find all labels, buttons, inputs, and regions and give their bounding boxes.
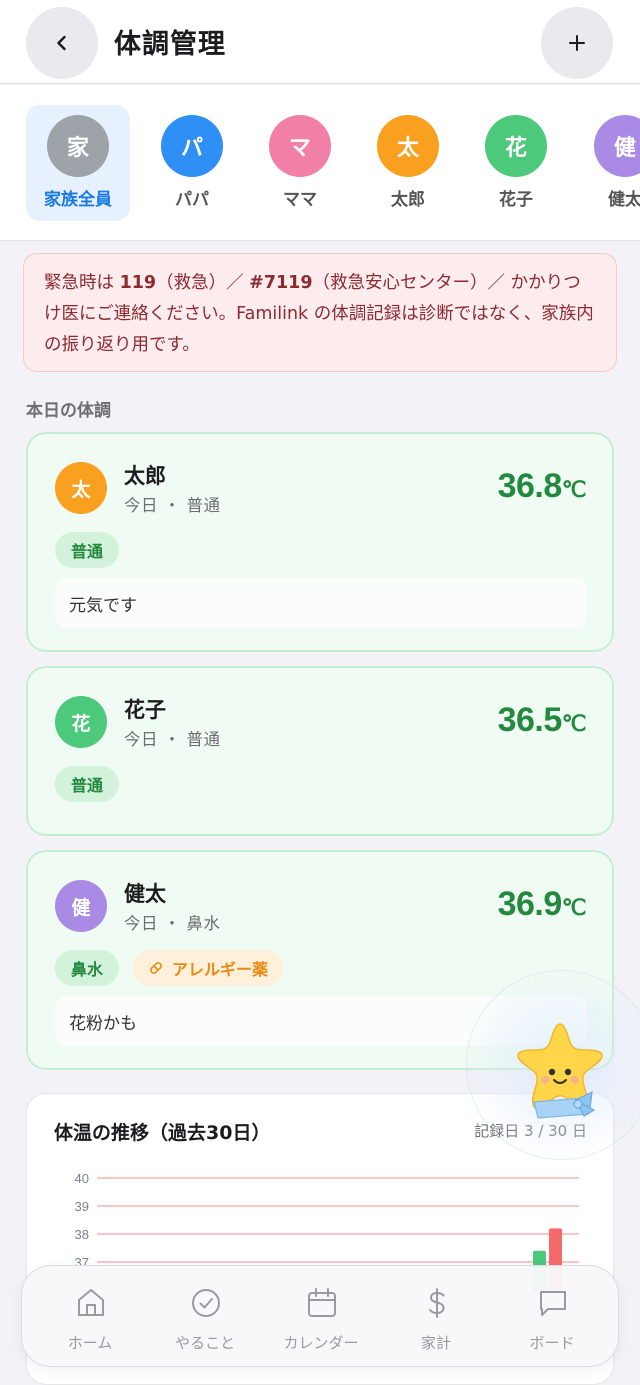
bottom-navigation: ホーム やること カレンダー 家計 ボード xyxy=(21,1265,619,1367)
back-button[interactable] xyxy=(26,7,98,79)
record-subtitle: 今日 ・ 普通 xyxy=(124,496,221,515)
health-record-card[interactable]: 花 花子 今日 ・ 普通 36.5℃ 普通 xyxy=(26,666,614,836)
temperature-number: 36.5 xyxy=(497,701,563,739)
temperature-unit: ℃ xyxy=(561,711,587,736)
star-mascot-icon[interactable] xyxy=(512,1018,608,1126)
member-chip-mama[interactable]: マ ママ xyxy=(248,105,352,221)
plus-icon xyxy=(569,35,585,51)
nav-budget[interactable]: 家計 xyxy=(378,1266,494,1368)
chart-title: 体温の推移（過去30日） xyxy=(54,1122,271,1144)
home-icon xyxy=(78,1289,104,1316)
avatar: 太 xyxy=(55,462,107,514)
alert-text: 緊急時は xyxy=(44,273,120,293)
member-name: 太郎 xyxy=(391,190,425,210)
pill-icon xyxy=(150,962,162,974)
member-chip-taro[interactable]: 太 太郎 xyxy=(356,105,460,221)
calendar-icon xyxy=(308,1288,336,1317)
avatar: 健 xyxy=(55,880,107,932)
y-tick-label: 39 xyxy=(75,1199,89,1214)
dollar-icon xyxy=(429,1288,445,1318)
avatar: 花 xyxy=(55,696,107,748)
page-title: 体調管理 xyxy=(114,29,226,60)
avatar: 花 xyxy=(485,115,547,177)
nav-label: やること xyxy=(174,1334,235,1352)
condition-tag: 普通 xyxy=(55,532,120,568)
member-chip-papa[interactable]: パ パパ xyxy=(140,105,244,221)
check-circle-icon xyxy=(192,1289,220,1317)
record-subtitle: 今日 ・ 普通 xyxy=(124,730,221,749)
temperature-value: 36.9℃ xyxy=(497,885,587,924)
emergency-number: 119 xyxy=(119,273,157,293)
medicine-tag: アレルギー薬 xyxy=(132,950,285,986)
chevron-left-icon xyxy=(57,35,66,51)
temperature-value: 36.8℃ xyxy=(497,467,587,506)
temperature-number: 36.8 xyxy=(497,467,563,505)
alert-text: （救急）／ xyxy=(156,273,250,293)
app-header: 体調管理 xyxy=(0,0,640,84)
nav-label: ボード xyxy=(529,1334,575,1352)
avatar: 太 xyxy=(377,115,439,177)
nav-label: カレンダー xyxy=(283,1334,359,1352)
member-name: 花子 xyxy=(499,190,533,210)
member-name: 家族全員 xyxy=(44,190,112,210)
avatar: 家 xyxy=(47,115,109,177)
condition-tag: 鼻水 xyxy=(55,950,120,986)
add-record-button[interactable] xyxy=(541,7,613,79)
nav-calendar[interactable]: カレンダー xyxy=(263,1266,379,1368)
consult-number: #7119 xyxy=(249,273,313,293)
record-subtitle: 今日 ・ 鼻水 xyxy=(124,914,221,933)
member-name: 健太 xyxy=(124,882,166,906)
temperature-value: 36.5℃ xyxy=(497,701,587,740)
member-name: ママ xyxy=(283,190,317,210)
member-chip-kenta[interactable]: 健 健太 xyxy=(573,105,640,221)
memo-text: 元気です xyxy=(55,578,587,628)
temperature-unit: ℃ xyxy=(561,477,587,502)
avatar: 健 xyxy=(594,115,640,177)
nav-todo[interactable]: やること xyxy=(147,1266,263,1368)
temperature-unit: ℃ xyxy=(561,895,587,920)
nav-home[interactable]: ホーム xyxy=(32,1266,148,1368)
nav-board[interactable]: ボード xyxy=(494,1266,610,1368)
temperature-number: 36.9 xyxy=(497,885,563,923)
avatar: パ xyxy=(161,115,223,177)
condition-tag: 普通 xyxy=(55,766,120,802)
member-chip-hanako[interactable]: 花 花子 xyxy=(464,105,568,221)
member-name: 太郎 xyxy=(124,464,166,488)
nav-label: 家計 xyxy=(420,1334,451,1352)
health-record-card[interactable]: 太 太郎 今日 ・ 普通 36.8℃ 普通 元気です xyxy=(26,432,614,652)
y-tick-label: 40 xyxy=(75,1171,89,1186)
medicine-label: アレルギー薬 xyxy=(172,960,269,979)
nav-label: ホーム xyxy=(67,1334,113,1352)
section-title: 本日の体調 xyxy=(26,401,111,421)
member-selector: 家 家族全員 パ パパ マ ママ 太 太郎 花 花子 健 健太 xyxy=(0,85,640,241)
member-name: パパ xyxy=(175,190,209,210)
member-name: 健太 xyxy=(608,190,640,210)
chat-bubble-icon xyxy=(540,1291,566,1316)
member-chip-all[interactable]: 家 家族全員 xyxy=(26,105,130,221)
member-name: 花子 xyxy=(124,698,166,722)
avatar: マ xyxy=(269,115,331,177)
emergency-notice: 緊急時は 119（救急）／ #7119（救急安心センター）／ かかりつけ医にご連… xyxy=(23,253,617,372)
y-tick-label: 38 xyxy=(75,1227,89,1242)
